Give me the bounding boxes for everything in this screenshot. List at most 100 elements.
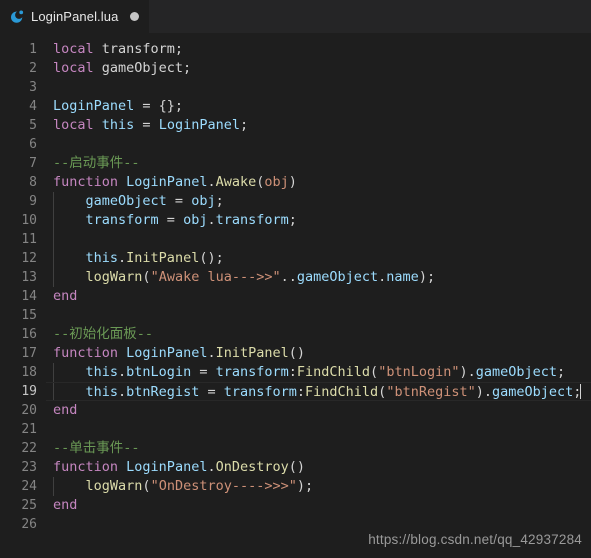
line-tokens: end — [46, 496, 591, 515]
token-str: "btnLogin" — [378, 364, 460, 380]
line-number: 4 — [29, 99, 37, 114]
line-content[interactable]: logWarn("OnDestroy---->>>"); — [46, 477, 591, 496]
line-tokens: function LoginPanel.InitPanel() — [46, 344, 591, 363]
code-line[interactable]: 13 logWarn("Awake lua--->>"..gameObject.… — [0, 268, 591, 287]
line-tokens: logWarn("OnDestroy---->>>"); — [46, 477, 591, 496]
token-plain: gameObject; — [93, 60, 192, 76]
token-var: gameObject — [475, 364, 558, 380]
line-content[interactable]: this.btnLogin = transform:FindChild("btn… — [46, 363, 591, 382]
code-line[interactable]: 21 — [0, 420, 591, 439]
token-kw: local — [53, 41, 94, 57]
line-tokens — [46, 230, 591, 249]
line-tokens: end — [46, 287, 591, 306]
line-content[interactable]: --初始化面板-- — [46, 325, 591, 344]
token-kw: end — [53, 497, 78, 513]
code-line[interactable]: 9 gameObject = obj; — [0, 192, 591, 211]
code-line[interactable]: 15 — [0, 306, 591, 325]
line-number: 26 — [21, 517, 37, 532]
line-tokens: --初始化面板-- — [46, 325, 591, 344]
code-line[interactable]: 12 this.InitPanel(); — [0, 249, 591, 268]
line-tokens: logWarn("Awake lua--->>"..gameObject.nam… — [46, 268, 591, 287]
code-line[interactable]: 17 function LoginPanel.InitPanel() — [0, 344, 591, 363]
code-line[interactable]: 8 function LoginPanel.Awake(obj) — [0, 173, 591, 192]
token-var: transform — [85, 212, 159, 228]
line-content[interactable]: this.InitPanel(); — [46, 249, 591, 268]
token-func: logWarn — [85, 269, 143, 285]
line-content[interactable] — [46, 306, 591, 325]
unsaved-changes-dot[interactable] — [130, 12, 140, 21]
code-line[interactable]: 10 transform = obj.transform; — [0, 211, 591, 230]
code-line[interactable]: 7 --启动事件-- — [0, 154, 591, 173]
code-line[interactable]: 24 logWarn("OnDestroy---->>>"); — [0, 477, 591, 496]
line-content[interactable]: LoginPanel = {}; — [46, 97, 591, 116]
code-line[interactable]: 4 LoginPanel = {}; — [0, 97, 591, 116]
line-content[interactable]: local this = LoginPanel; — [46, 116, 591, 135]
line-content[interactable] — [46, 230, 591, 249]
token-plain: . — [207, 212, 216, 228]
line-content[interactable]: gameObject = obj; — [46, 192, 591, 211]
token-kw: function — [53, 459, 119, 475]
line-content[interactable]: function LoginPanel.OnDestroy() — [46, 458, 591, 477]
line-number: 9 — [29, 194, 37, 209]
line-content[interactable] — [46, 420, 591, 439]
token-func: logWarn — [85, 478, 143, 494]
token-func: FindChild — [296, 364, 371, 380]
code-line[interactable]: 20 end — [0, 401, 591, 420]
line-tokens: LoginPanel = {}; — [46, 97, 591, 116]
token-str: "Awake lua--->>" — [150, 269, 281, 285]
line-number: 25 — [21, 498, 37, 513]
token-plain: .. — [280, 269, 297, 285]
code-line[interactable]: 5 local this = LoginPanel; — [0, 116, 591, 135]
token-func: OnDestroy — [215, 459, 289, 475]
line-content[interactable]: this.btnRegist = transform:FindChild("bt… — [46, 382, 591, 401]
token-kw: function — [53, 345, 119, 361]
line-number: 10 — [21, 213, 37, 228]
line-content[interactable]: local transform; — [46, 40, 591, 59]
code-line[interactable]: 3 — [0, 78, 591, 97]
token-plain: : — [296, 384, 306, 400]
token-kw: function — [53, 174, 119, 190]
code-line[interactable]: 6 — [0, 135, 591, 154]
line-content[interactable]: transform = obj.transform; — [46, 211, 591, 230]
line-content[interactable]: local gameObject; — [46, 59, 591, 78]
code-editor-area[interactable]: 1 local transform; 2 local gameObject; 3 4 Log… — [0, 34, 591, 558]
line-content[interactable]: function LoginPanel.Awake(obj) — [46, 173, 591, 192]
line-content[interactable]: end — [46, 496, 591, 515]
editor-tab-loginpanel-lua[interactable]: LoginPanel.lua — [0, 0, 151, 33]
code-line[interactable]: 19 this.btnRegist = transform:FindChild(… — [0, 382, 591, 401]
line-content[interactable] — [46, 135, 591, 154]
line-content[interactable]: --单击事件-- — [46, 439, 591, 458]
line-number: 24 — [21, 479, 37, 494]
line-tokens: local this = LoginPanel; — [46, 116, 591, 135]
token-comment: --启动事件-- — [53, 155, 140, 171]
token-plain: ( — [370, 364, 379, 380]
line-content[interactable]: end — [46, 287, 591, 306]
line-content[interactable] — [46, 78, 591, 97]
line-tokens: transform = obj.transform; — [46, 211, 591, 230]
code-line[interactable]: 18 this.btnLogin = transform:FindChild("… — [0, 363, 591, 382]
line-content[interactable]: logWarn("Awake lua--->>"..gameObject.nam… — [46, 268, 591, 287]
token-var: this — [85, 250, 119, 266]
token-var: LoginPanel — [126, 459, 208, 475]
token-plain: ); — [296, 478, 314, 494]
line-tokens: this.btnRegist = transform:FindChild("bt… — [46, 383, 591, 402]
code-line[interactable]: 16 --初始化面板-- — [0, 325, 591, 344]
code-line[interactable]: 11 — [0, 230, 591, 249]
line-number: 14 — [21, 289, 37, 304]
line-content[interactable]: function LoginPanel.InitPanel() — [46, 344, 591, 363]
line-content[interactable]: end — [46, 401, 591, 420]
code-line[interactable]: 22 --单击事件-- — [0, 439, 591, 458]
code-line[interactable]: 25 end — [0, 496, 591, 515]
line-tokens: local transform; — [46, 40, 591, 59]
token-param: obj — [264, 174, 289, 190]
code-line[interactable]: 14 end — [0, 287, 591, 306]
code-line[interactable]: 1 local transform; — [0, 40, 591, 59]
code-line[interactable]: 2 local gameObject; — [0, 59, 591, 78]
code-line[interactable]: 23 function LoginPanel.OnDestroy() — [0, 458, 591, 477]
token-var: LoginPanel — [126, 345, 208, 361]
line-content[interactable]: --启动事件-- — [46, 154, 591, 173]
line-number: 11 — [21, 232, 37, 247]
